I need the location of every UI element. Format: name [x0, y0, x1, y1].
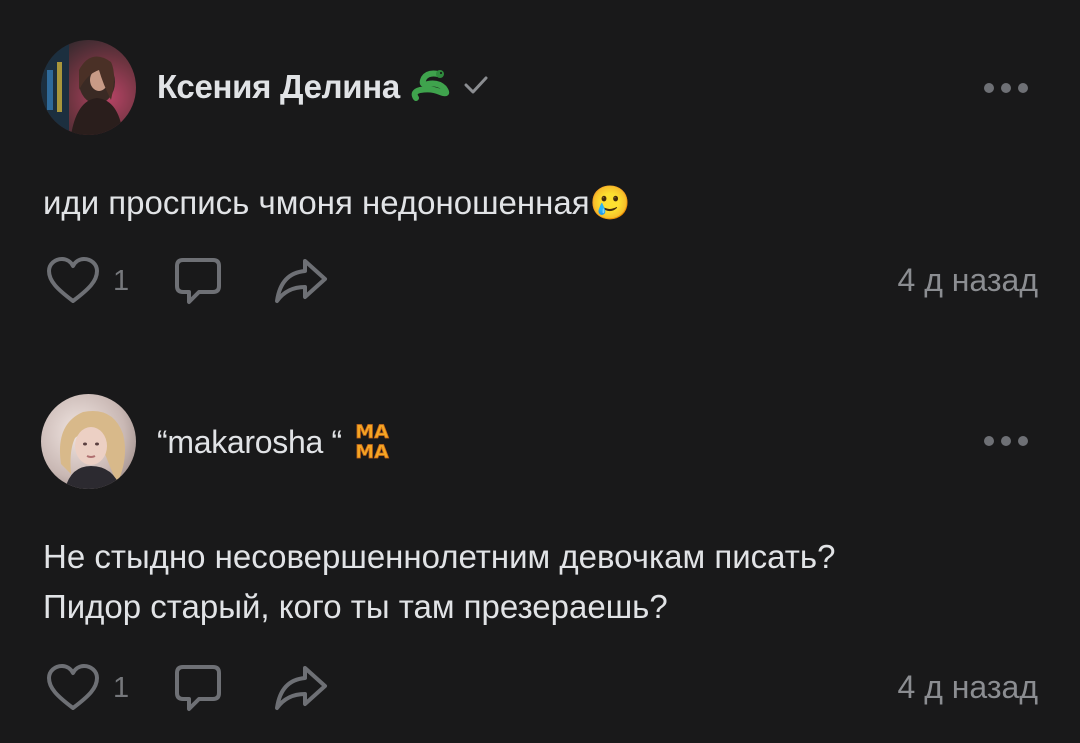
- dot-icon: [1001, 83, 1011, 93]
- comment-item: “makarosha “ МА МА Не стыдно несовершенн…: [0, 380, 1080, 743]
- check-icon: [464, 75, 488, 100]
- more-options-button[interactable]: [984, 78, 1028, 98]
- share-button[interactable]: [273, 664, 329, 712]
- timestamp: 4 д назад: [897, 669, 1039, 705]
- avatar[interactable]: [41, 40, 136, 135]
- reply-button[interactable]: [173, 256, 223, 306]
- dot-icon: [1018, 436, 1028, 446]
- author-row: Ксения Делина: [157, 67, 488, 107]
- avatar[interactable]: [41, 394, 136, 489]
- dot-icon: [1001, 436, 1011, 446]
- comment-actions: 1: [45, 661, 329, 715]
- dot-icon: [984, 436, 994, 446]
- snake-emoji-icon: [410, 68, 454, 107]
- comment-text: иди проспись чмоня недоношенная🥲: [43, 178, 1020, 228]
- comment-text-line: иди проспись чмоня недоношенная🥲: [43, 184, 631, 221]
- comment-text: Не стыдно несовершеннолетним девочкам пи…: [43, 532, 1020, 632]
- heart-icon: [47, 664, 99, 710]
- author-row: “makarosha “ МА МА: [157, 420, 392, 463]
- comment-item: Ксения Делина иди проспись чмоня недонош…: [0, 0, 1080, 360]
- dot-icon: [1018, 83, 1028, 93]
- timestamp: 4 д назад: [897, 262, 1039, 298]
- dot-icon: [984, 83, 994, 93]
- heart-icon: [47, 257, 99, 303]
- like-button[interactable]: 1: [45, 664, 173, 712]
- like-button[interactable]: 1: [45, 257, 173, 305]
- comment-bubble-icon: [175, 665, 222, 711]
- comment-text-line: Пидор старый, кого ты там презераешь?: [43, 588, 668, 625]
- like-count: 1: [113, 264, 130, 297]
- comment-actions: 1: [45, 254, 329, 308]
- author-name[interactable]: “makarosha “: [157, 424, 342, 461]
- share-arrow-icon: [275, 259, 328, 303]
- like-count: 1: [113, 671, 130, 704]
- more-options-button[interactable]: [984, 431, 1028, 451]
- author-name[interactable]: Ксения Делина: [157, 68, 400, 106]
- mama-sticker-icon: МА МА: [352, 418, 392, 467]
- comment-bubble-icon: [175, 258, 222, 304]
- share-button[interactable]: [273, 257, 329, 305]
- comment-text-line: Не стыдно несовершеннолетним девочкам пи…: [43, 538, 836, 575]
- mama-sticker-text: МА: [355, 441, 389, 462]
- reply-button[interactable]: [173, 663, 223, 713]
- share-arrow-icon: [275, 666, 328, 710]
- mama-sticker-text: МА: [355, 421, 389, 443]
